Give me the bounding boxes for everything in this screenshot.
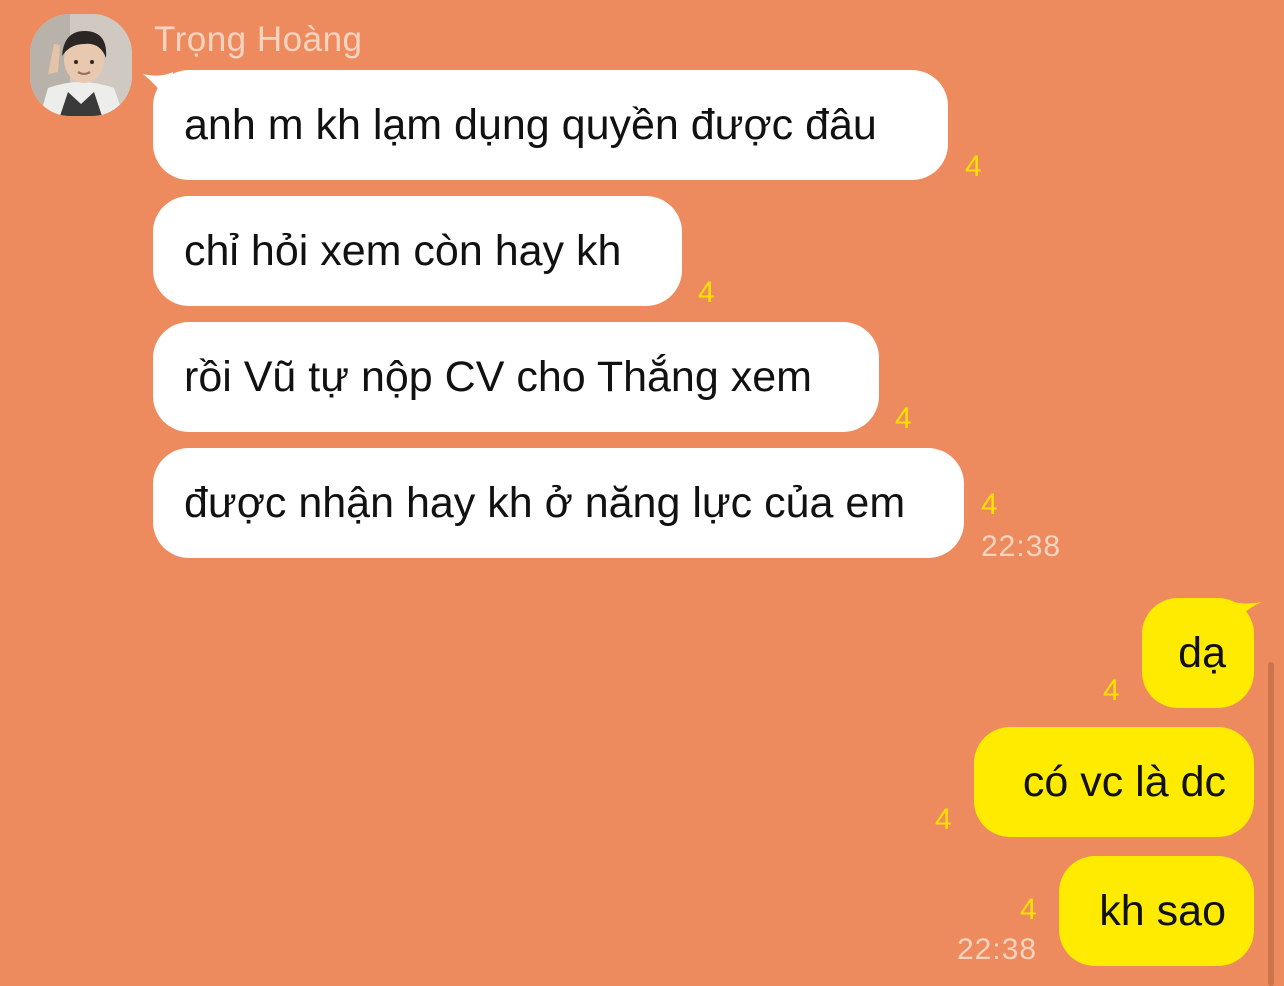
- chat-scrollbar[interactable]: [1268, 662, 1274, 986]
- unread-count: 4: [1020, 893, 1037, 926]
- message-text: chỉ hỏi xem còn hay kh: [184, 226, 622, 275]
- unread-count: 4: [965, 150, 982, 183]
- avatar-photo: [30, 14, 132, 116]
- message-timestamp: 22:38: [957, 933, 1038, 966]
- message-text: có vc là dc: [1022, 757, 1226, 806]
- sender-name: Trọng Hoàng: [154, 20, 363, 59]
- incoming-message-bubble[interactable]: được nhận hay kh ở năng lực của em: [153, 448, 964, 558]
- incoming-message-bubble[interactable]: rồi Vũ tự nộp CV cho Thắng xem: [153, 322, 879, 432]
- outgoing-message-bubble[interactable]: kh sao: [1059, 856, 1254, 966]
- incoming-message-bubble[interactable]: chỉ hỏi xem còn hay kh: [153, 196, 682, 306]
- message-text: kh sao: [1099, 886, 1226, 935]
- unread-count: 4: [895, 402, 912, 435]
- unread-count: 4: [1103, 674, 1120, 707]
- outgoing-message-bubble[interactable]: có vc là dc: [974, 727, 1254, 837]
- incoming-message-bubble[interactable]: anh m kh lạm dụng quyền được đâu: [153, 70, 948, 180]
- message-timestamp: 22:38: [981, 530, 1062, 563]
- outgoing-message-bubble[interactable]: dạ: [1142, 598, 1254, 708]
- message-text: được nhận hay kh ở năng lực của em: [184, 478, 906, 527]
- contact-avatar[interactable]: [30, 14, 132, 116]
- unread-count: 4: [981, 488, 998, 521]
- unread-count: 4: [935, 803, 952, 836]
- message-text: rồi Vũ tự nộp CV cho Thắng xem: [184, 352, 812, 401]
- message-text: anh m kh lạm dụng quyền được đâu: [184, 100, 877, 149]
- unread-count: 4: [698, 276, 715, 309]
- message-text: dạ: [1178, 628, 1226, 677]
